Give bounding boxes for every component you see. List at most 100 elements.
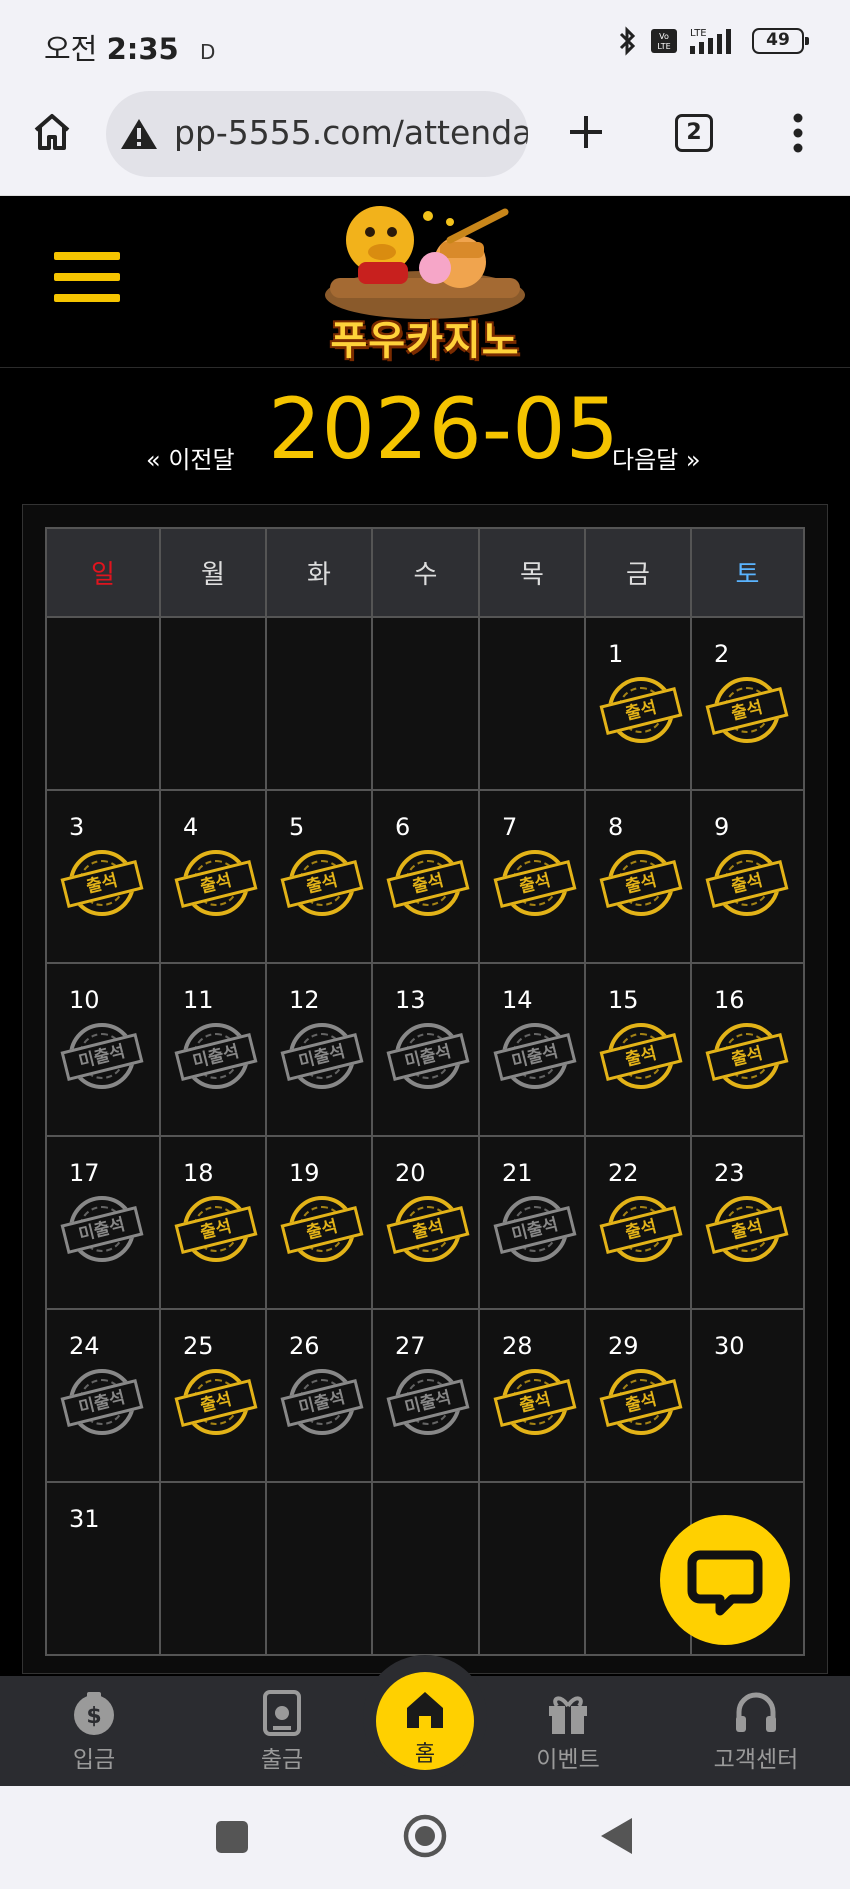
- absent-stamp: 미출석: [60, 1195, 144, 1267]
- site-logo[interactable]: 푸우카지노: [300, 200, 550, 364]
- day-number: 13: [395, 986, 426, 1014]
- url-text: pp-5555.com/attendar: [174, 113, 528, 152]
- browser-toolbar: pp-5555.com/attendar 2: [0, 88, 850, 196]
- weekday-header: 금: [584, 527, 692, 618]
- calendar-empty-cell: [159, 1481, 267, 1656]
- calendar-empty-cell: [45, 616, 161, 791]
- calendar-day-cell: 13 미출석: [371, 962, 480, 1137]
- chat-button[interactable]: [660, 1515, 790, 1645]
- calendar-empty-cell: [265, 1481, 373, 1656]
- attended-stamp: 출석: [599, 1022, 683, 1094]
- day-number: 18: [183, 1159, 214, 1187]
- nav-support[interactable]: 고객센터: [686, 1676, 826, 1786]
- volte-icon: VoLTE: [651, 29, 677, 53]
- weekday-header: 목: [478, 527, 586, 618]
- nav-home[interactable]: 홈: [376, 1672, 474, 1770]
- calendar-day-cell: 4 출석: [159, 789, 267, 964]
- more-menu-icon[interactable]: [790, 112, 806, 154]
- address-bar[interactable]: pp-5555.com/attendar: [106, 91, 528, 177]
- day-number: 1: [608, 640, 624, 668]
- weekday-header: 수: [371, 527, 480, 618]
- recents-icon[interactable]: [214, 1819, 250, 1855]
- month-title: 2026-05: [268, 380, 619, 478]
- calendar-day-cell: 12 미출석: [265, 962, 373, 1137]
- warning-icon[interactable]: [120, 117, 158, 151]
- attended-stamp: 출석: [599, 1368, 683, 1440]
- hamburger-menu-icon[interactable]: [54, 252, 120, 310]
- chat-bubble-icon: [687, 1550, 763, 1616]
- day-number: 17: [69, 1159, 100, 1187]
- home-icon[interactable]: [30, 110, 74, 154]
- day-number: 12: [289, 986, 320, 1014]
- day-number: 9: [714, 813, 730, 841]
- time-prefix: 오전: [44, 32, 98, 66]
- absent-stamp: 미출석: [386, 1022, 470, 1094]
- attended-stamp: 출석: [599, 849, 683, 921]
- bluetooth-icon: [619, 26, 636, 56]
- weekday-header-row: 일월화수목금토: [45, 527, 805, 618]
- day-number: 10: [69, 986, 100, 1014]
- calendar-week-row: 3 출석 4 출석 5 출석 6 출석 7 출석 8 출석 9 출석: [45, 789, 805, 964]
- calendar-empty-cell: [478, 616, 586, 791]
- home-circle-icon[interactable]: [402, 1813, 448, 1859]
- day-number: 25: [183, 1332, 214, 1360]
- back-icon[interactable]: [598, 1816, 634, 1856]
- calendar-week-row: 1 출석 2 출석: [45, 616, 805, 791]
- attended-stamp: 출석: [705, 1195, 789, 1267]
- calendar-day-cell: 11 미출석: [159, 962, 267, 1137]
- svg-text:Vo: Vo: [659, 32, 669, 41]
- next-month-link[interactable]: 다음달 »: [612, 440, 701, 475]
- nav-withdraw[interactable]: 출금: [212, 1676, 352, 1786]
- prev-month-link[interactable]: « 이전달: [146, 440, 235, 475]
- tab-switcher-button[interactable]: 2: [675, 114, 713, 152]
- calendar-day-cell: 29 출석: [584, 1308, 692, 1483]
- nav-event[interactable]: 이벤트: [498, 1676, 638, 1786]
- day-number: 2: [714, 640, 730, 668]
- day-number: 29: [608, 1332, 639, 1360]
- calendar-day-cell: 30: [690, 1308, 805, 1483]
- month-navigation: « 이전달 2026-05 다음달 »: [0, 380, 850, 480]
- day-number: 21: [502, 1159, 533, 1187]
- day-number: 19: [289, 1159, 320, 1187]
- nav-home-label: 홈: [414, 1742, 436, 1767]
- attended-stamp: 출석: [705, 676, 789, 748]
- attended-stamp: 출석: [599, 1195, 683, 1267]
- day-number: 23: [714, 1159, 745, 1187]
- battery-icon: 49: [752, 28, 809, 54]
- calendar-day-cell: 24 미출석: [45, 1308, 161, 1483]
- calendar-day-cell: 28 출석: [478, 1308, 586, 1483]
- absent-stamp: 미출석: [280, 1022, 364, 1094]
- weekday-header: 일: [45, 527, 161, 618]
- day-number: 16: [714, 986, 745, 1014]
- day-number: 14: [502, 986, 533, 1014]
- day-number: 27: [395, 1332, 426, 1360]
- day-number: 15: [608, 986, 639, 1014]
- svg-text:LTE: LTE: [657, 42, 670, 51]
- calendar-empty-cell: [265, 616, 373, 791]
- new-tab-icon[interactable]: [566, 112, 606, 152]
- attended-stamp: 출석: [280, 1195, 364, 1267]
- day-number: 30: [714, 1332, 745, 1360]
- calendar-day-cell: 3 출석: [45, 789, 161, 964]
- calendar-day-cell: 31: [45, 1481, 161, 1656]
- day-number: 22: [608, 1159, 639, 1187]
- calendar-day-cell: 16 출석: [690, 962, 805, 1137]
- day-number: 28: [502, 1332, 533, 1360]
- calendar-day-cell: 26 미출석: [265, 1308, 373, 1483]
- calendar-day-cell: 5 출석: [265, 789, 373, 964]
- day-number: 20: [395, 1159, 426, 1187]
- calendar-empty-cell: [478, 1481, 586, 1656]
- calendar-day-cell: 21 미출석: [478, 1135, 586, 1310]
- calendar-grid: 일월화수목금토 1 출석 2 출석 3 출석 4 출석 5 출석 6 출석 7 출석 8 출석 9 출석 10 미출석…: [45, 527, 805, 1656]
- calendar-day-cell: 18 출석: [159, 1135, 267, 1310]
- absent-stamp: 미출석: [60, 1022, 144, 1094]
- calendar-day-cell: 23 출석: [690, 1135, 805, 1310]
- nav-deposit[interactable]: $ 입금: [24, 1676, 164, 1786]
- attended-stamp: 출석: [705, 849, 789, 921]
- attended-stamp: 출석: [493, 849, 577, 921]
- attended-stamp: 출석: [174, 1368, 258, 1440]
- calendar-day-cell: 17 미출석: [45, 1135, 161, 1310]
- weekday-header: 월: [159, 527, 267, 618]
- absent-stamp: 미출석: [280, 1368, 364, 1440]
- gift-icon: [549, 1696, 587, 1734]
